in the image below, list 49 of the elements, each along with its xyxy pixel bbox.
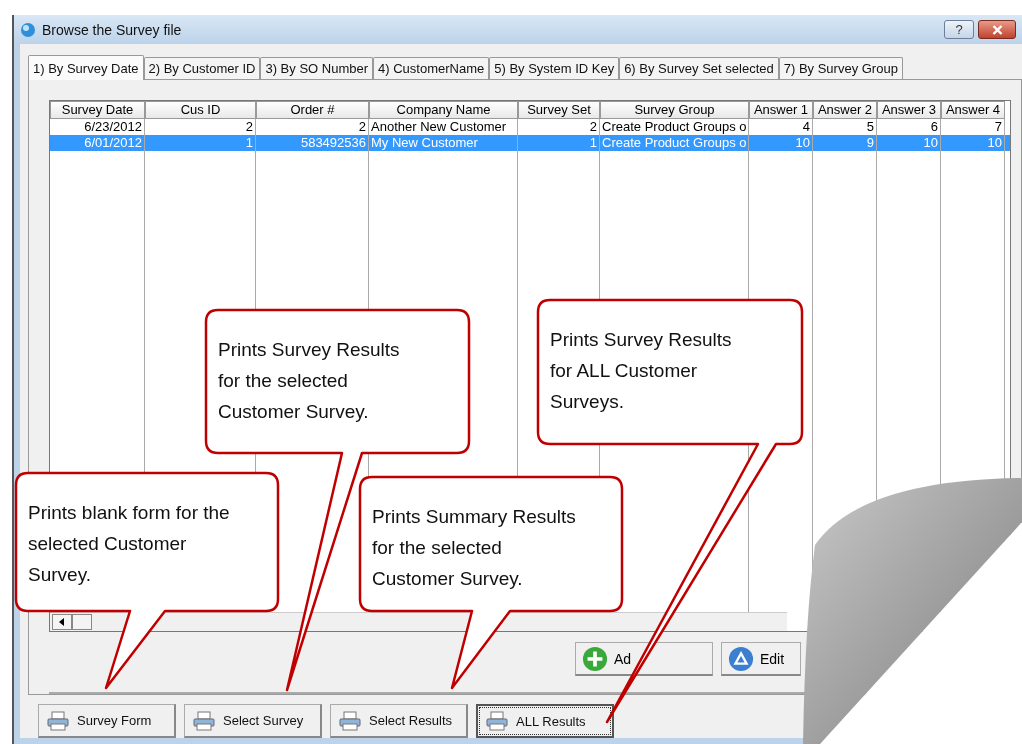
printer-icon [47, 710, 69, 731]
printer-icon [486, 711, 508, 731]
tab[interactable]: 5) By System ID Key [489, 57, 620, 79]
print-button[interactable]: Select Survey [184, 704, 322, 738]
edit-button[interactable]: Edit [721, 642, 801, 676]
callout-text: Prints Summary Results for the selected Customer Survey. [372, 505, 576, 591]
table-cell: 10 [749, 135, 813, 151]
column-header[interactable]: Answer 1 [749, 101, 813, 119]
column-header[interactable]: Survey Set [518, 101, 600, 119]
add-button[interactable]: Ad [575, 642, 713, 676]
plus-icon [582, 645, 608, 672]
close-button[interactable] [978, 20, 1016, 39]
tab[interactable]: 1) By Survey Date [28, 55, 144, 80]
table-cell: 10 [877, 135, 941, 151]
scrollbar-thumb[interactable] [72, 614, 92, 630]
column-header[interactable]: Company Name [369, 101, 518, 119]
window-title: Browse the Survey file [42, 21, 182, 38]
callout-text: Prints Survey Results for ALL Customer Surveys. [550, 328, 732, 414]
callout-text: Prints Survey Results for the selected Customer Survey. [218, 338, 400, 424]
column-header[interactable]: Answer 2 [813, 101, 877, 119]
print-button[interactable]: ALL Results [476, 704, 614, 738]
table-cell: 583492536 [256, 135, 369, 151]
table-cell: 9 [813, 135, 877, 151]
tab[interactable]: 6) By Survey Set selected [619, 57, 779, 79]
tab[interactable]: 7) By Survey Group [778, 57, 903, 79]
column-header[interactable]: Survey Date [50, 101, 145, 119]
close-icon[interactable] [990, 24, 1004, 35]
callout-text: Prints blank form for the selected Customer Survey. [28, 501, 230, 587]
tab[interactable]: 2) By Customer ID [143, 57, 261, 79]
tab[interactable]: 3) By SO Number [260, 57, 373, 79]
printer-icon [193, 710, 215, 731]
table-cell: My New Customer [369, 135, 518, 151]
printer-icon [339, 710, 361, 731]
scroll-left-icon[interactable] [52, 614, 72, 630]
table-cell: 1 [518, 135, 600, 151]
column-header[interactable]: Answer 4 [941, 101, 1005, 119]
table-cell: 1 [145, 135, 256, 151]
column-header[interactable]: Survey Group [600, 101, 749, 119]
tab[interactable]: 4) CustomerName [373, 57, 490, 79]
print-button[interactable]: Select Results [330, 704, 468, 738]
column-header[interactable]: Cus ID [145, 101, 256, 119]
globe-icon [20, 21, 36, 38]
print-button[interactable]: Survey Form [38, 704, 176, 738]
table-cell: 10 [941, 135, 1005, 151]
help-button[interactable]: ? [944, 20, 974, 39]
table-cell: Create Product Groups o [600, 135, 749, 151]
table-cell: 6/01/2012 [50, 135, 145, 151]
column-header[interactable]: Order # [256, 101, 369, 119]
column-header[interactable]: Answer 3 [877, 101, 941, 119]
